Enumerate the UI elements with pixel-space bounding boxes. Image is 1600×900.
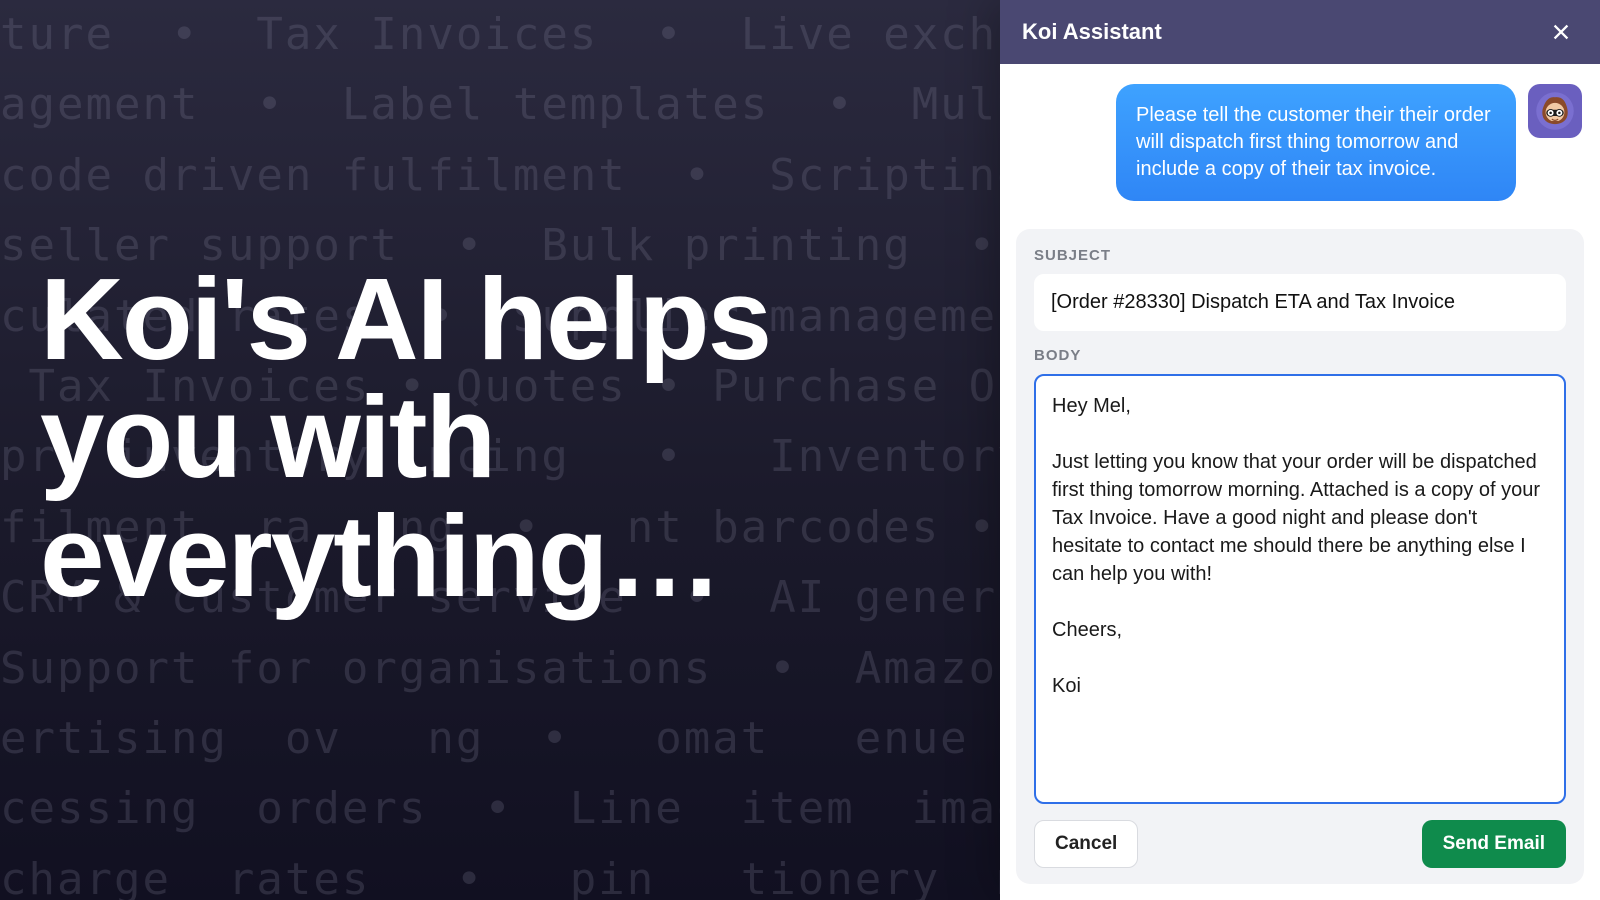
subject-label: SUBJECT bbox=[1034, 247, 1566, 264]
assistant-title: Koi Assistant bbox=[1022, 19, 1162, 45]
close-button[interactable] bbox=[1544, 15, 1578, 49]
form-actions: Cancel Send Email bbox=[1034, 814, 1566, 868]
assistant-panel: Koi Assistant Please tell the customer t… bbox=[1000, 0, 1600, 900]
cancel-button[interactable]: Cancel bbox=[1034, 820, 1138, 868]
email-form: SUBJECT BODY Cancel Send Email bbox=[1016, 229, 1584, 884]
send-email-button[interactable]: Send Email bbox=[1422, 820, 1566, 868]
stage: ture • Tax Invoices • Live exchange agem… bbox=[0, 0, 1600, 900]
close-icon bbox=[1550, 21, 1572, 43]
chat-area: Please tell the customer their their ord… bbox=[1000, 64, 1600, 215]
subject-input[interactable] bbox=[1034, 274, 1566, 331]
user-message-bubble: Please tell the customer their their ord… bbox=[1116, 84, 1516, 201]
body-label: BODY bbox=[1034, 347, 1566, 364]
avatar-icon bbox=[1535, 91, 1575, 131]
hero-headline: Koi's AI helps you with everything… bbox=[40, 260, 900, 615]
assistant-header: Koi Assistant bbox=[1000, 0, 1600, 64]
user-avatar bbox=[1528, 84, 1582, 138]
body-textarea[interactable] bbox=[1034, 374, 1566, 804]
